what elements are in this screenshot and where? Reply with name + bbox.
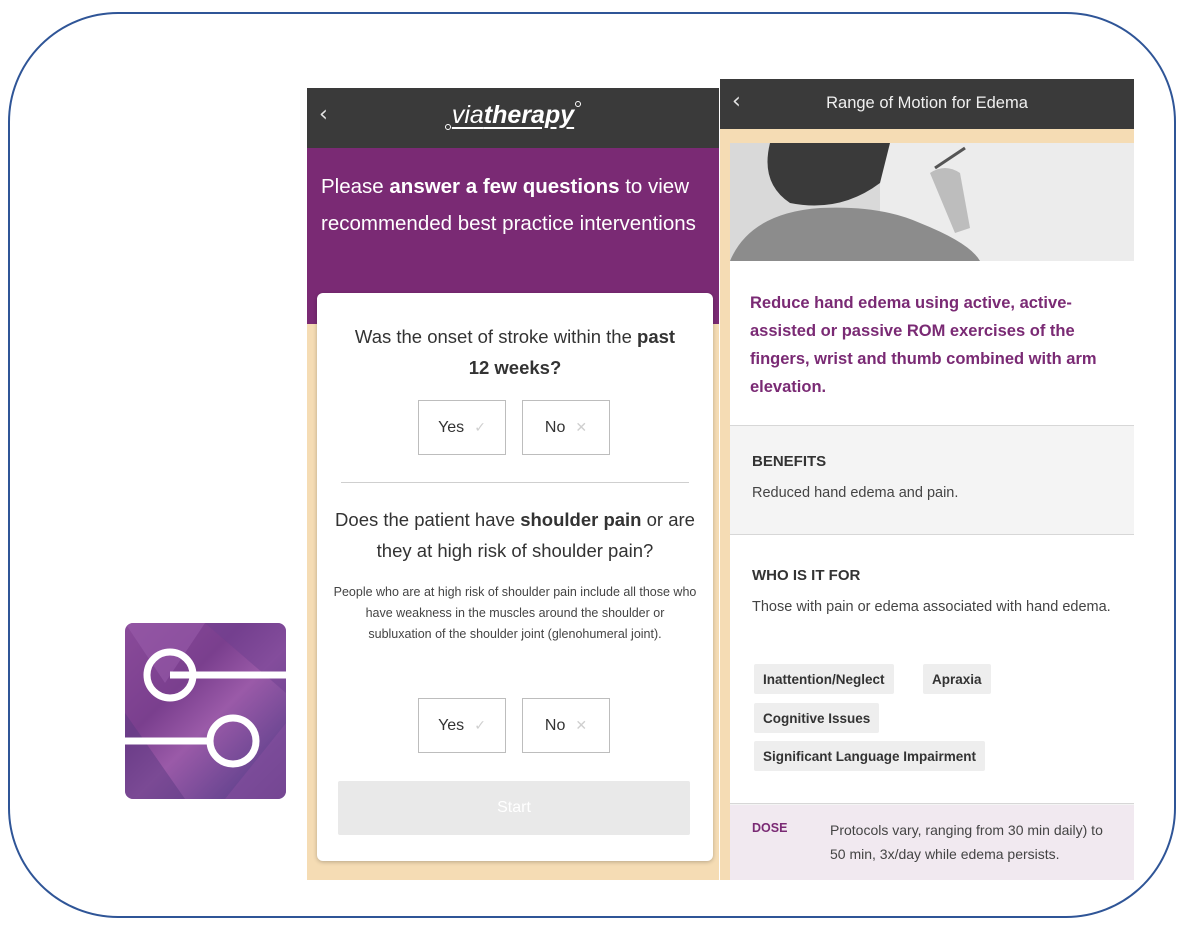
section-divider [730,534,1134,535]
intro-text: Please answer a few questions to view re… [321,175,696,235]
no-label: No [544,716,566,734]
logo-dot-left [444,124,451,130]
shoulder-pain-note: People who are at high risk of shoulder … [333,585,697,641]
question-shoulder-pain: Does the patient have shoulder pain or a… [335,509,695,561]
viatherapy-logo: viatherapy [307,101,719,130]
questions-card: Was the onset of stroke within the past … [317,293,713,861]
check-icon: ✓ [474,419,486,436]
no-label: No [544,418,566,436]
dose-text: Protocols vary, ranging from 30 min dail… [830,822,1103,862]
close-icon: ✕ [575,717,588,734]
tag-language-impairment: Significant Language Impairment [754,741,986,771]
logo-dot-right [575,101,582,107]
dose-label: DOSE [752,821,788,835]
detail-title: Range of Motion for Edema [826,94,1028,112]
intervention-detail-screen: ‹ Range of Motion for Edema Reduce hand … [720,79,1134,880]
dose-section: DOSE Protocols vary, ranging from 30 min… [730,805,1134,880]
detail-header: ‹ Range of Motion for Edema [720,79,1134,129]
yes-label: Yes [438,418,465,436]
logo-via: via [451,101,484,129]
intervention-summary: Reduce hand edema using active, active-a… [750,294,1097,396]
who-heading: WHO IS IT FOR [752,567,861,584]
logo-therapy: therapy [483,101,575,129]
tag-inattention-neglect: Inattention/Neglect [754,664,894,694]
benefits-text: Reduced hand edema and pain. [752,485,959,501]
tag-apraxia: Apraxia [923,664,991,694]
tag-cognitive-issues: Cognitive Issues [754,703,880,733]
exercise-photo [730,143,1134,261]
benefits-section [730,426,1134,534]
benefits-heading: BENEFITS [752,453,827,470]
app-header: ‹ viatherapy [307,88,719,148]
yes-label: Yes [438,716,465,734]
sliders-icon [125,623,286,799]
detail-content: Reduce hand edema using active, active-a… [730,143,1134,880]
check-icon: ✓ [474,717,486,734]
onset-yes-button[interactable]: Yes ✓ [418,400,506,455]
questionnaire-screen: ‹ viatherapy Please answer a few questio… [307,88,719,880]
close-icon: ✕ [575,419,588,436]
viatherapy-app-icon[interactable] [125,623,286,799]
question-onset: Was the onset of stroke within the past … [354,326,676,378]
start-button[interactable]: Start [338,781,690,835]
question-divider [341,482,689,483]
shoulder-no-button[interactable]: No ✕ [522,698,610,753]
onset-no-button[interactable]: No ✕ [522,400,610,455]
who-text: Those with pain or edema associated with… [752,599,1111,615]
shoulder-yes-button[interactable]: Yes ✓ [418,698,506,753]
person-photo-illustration [730,143,1134,261]
